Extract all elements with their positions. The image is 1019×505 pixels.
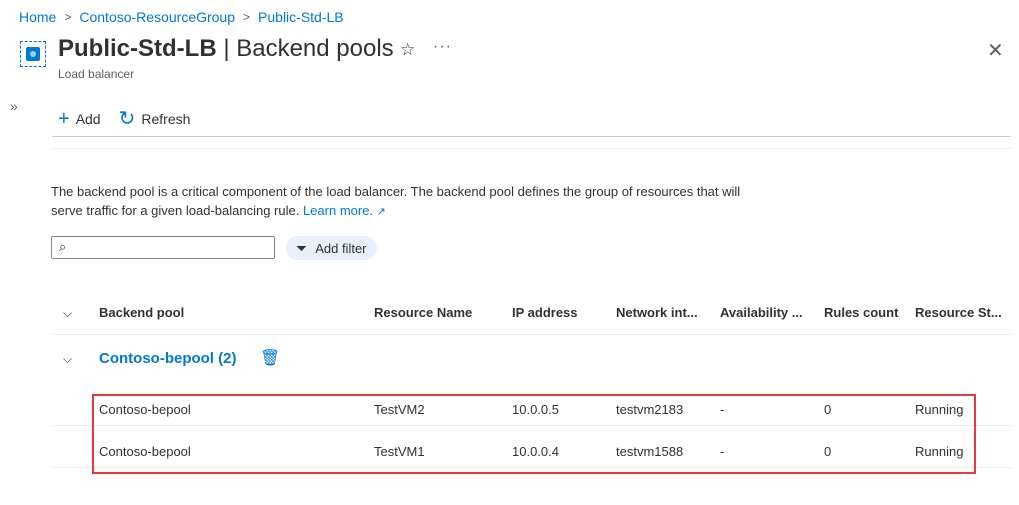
chevron-right-icon: > [64, 10, 72, 24]
column-header-resource-status[interactable]: Resource St... [915, 305, 1002, 320]
learn-more-link[interactable]: Learn more. [303, 203, 373, 218]
add-filter-button[interactable]: ⏷ Add filter [286, 236, 377, 260]
column-header-network-interface[interactable]: Network int... [616, 305, 698, 320]
add-label: Add [75, 111, 101, 127]
filter-icon: ⏷ [296, 239, 308, 256]
breadcrumb-home[interactable]: Home [19, 9, 56, 25]
load-balancer-icon [20, 41, 46, 67]
add-filter-label: Add filter [315, 240, 367, 256]
more-icon[interactable]: ··· [433, 38, 452, 56]
page-title-section: | Backend pools [216, 35, 394, 62]
chevron-down-icon[interactable]: ⌵ [63, 306, 72, 321]
add-button[interactable]: + Add [58, 108, 101, 130]
column-header-availability[interactable]: Availability ... [720, 305, 803, 320]
search-icon: ⌕ [59, 239, 67, 254]
column-header-backend-pool[interactable]: Backend pool [99, 305, 184, 320]
toolbar: + Add ↻ Refresh [58, 108, 191, 130]
page-subtitle: Load balancer [58, 67, 135, 81]
section-divider [52, 148, 1011, 149]
page-title-resource: Public-Std-LB [58, 35, 217, 62]
refresh-button[interactable]: ↻ Refresh [118, 108, 191, 130]
close-icon[interactable]: ✕ [987, 38, 1004, 63]
breadcrumb-resource-group[interactable]: Contoso-ResourceGroup [79, 9, 235, 25]
chevron-right-icon: > [243, 10, 251, 24]
add-icon: + [58, 108, 70, 130]
column-header-rules-count[interactable]: Rules count [824, 305, 898, 320]
external-link-icon: ↗ [376, 206, 386, 218]
breadcrumb: Home > Contoso-ResourceGroup > Public-St… [19, 9, 344, 25]
chevron-down-icon[interactable]: ⌵ [63, 352, 72, 367]
table-header-divider [52, 334, 1011, 335]
toolbar-divider [52, 136, 1011, 137]
highlight-box [92, 394, 976, 474]
refresh-label: Refresh [141, 111, 191, 127]
expand-icon[interactable]: » [10, 98, 18, 114]
description-text: The backend pool is a critical component… [51, 184, 741, 218]
star-icon[interactable]: ☆ [400, 40, 415, 60]
breadcrumb-load-balancer[interactable]: Public-Std-LB [258, 9, 344, 25]
search-input[interactable]: ⌕ [51, 236, 275, 259]
column-header-ip-address[interactable]: IP address [512, 305, 578, 320]
group-name[interactable]: Contoso-bepool (2) [99, 350, 236, 367]
trash-icon[interactable]: 🗑 [260, 348, 280, 368]
column-header-resource-name[interactable]: Resource Name [374, 305, 472, 320]
page-title: Public-Std-LB | Backend pools [58, 35, 394, 63]
description: The backend pool is a critical component… [51, 182, 771, 222]
refresh-icon: ↻ [118, 108, 136, 130]
